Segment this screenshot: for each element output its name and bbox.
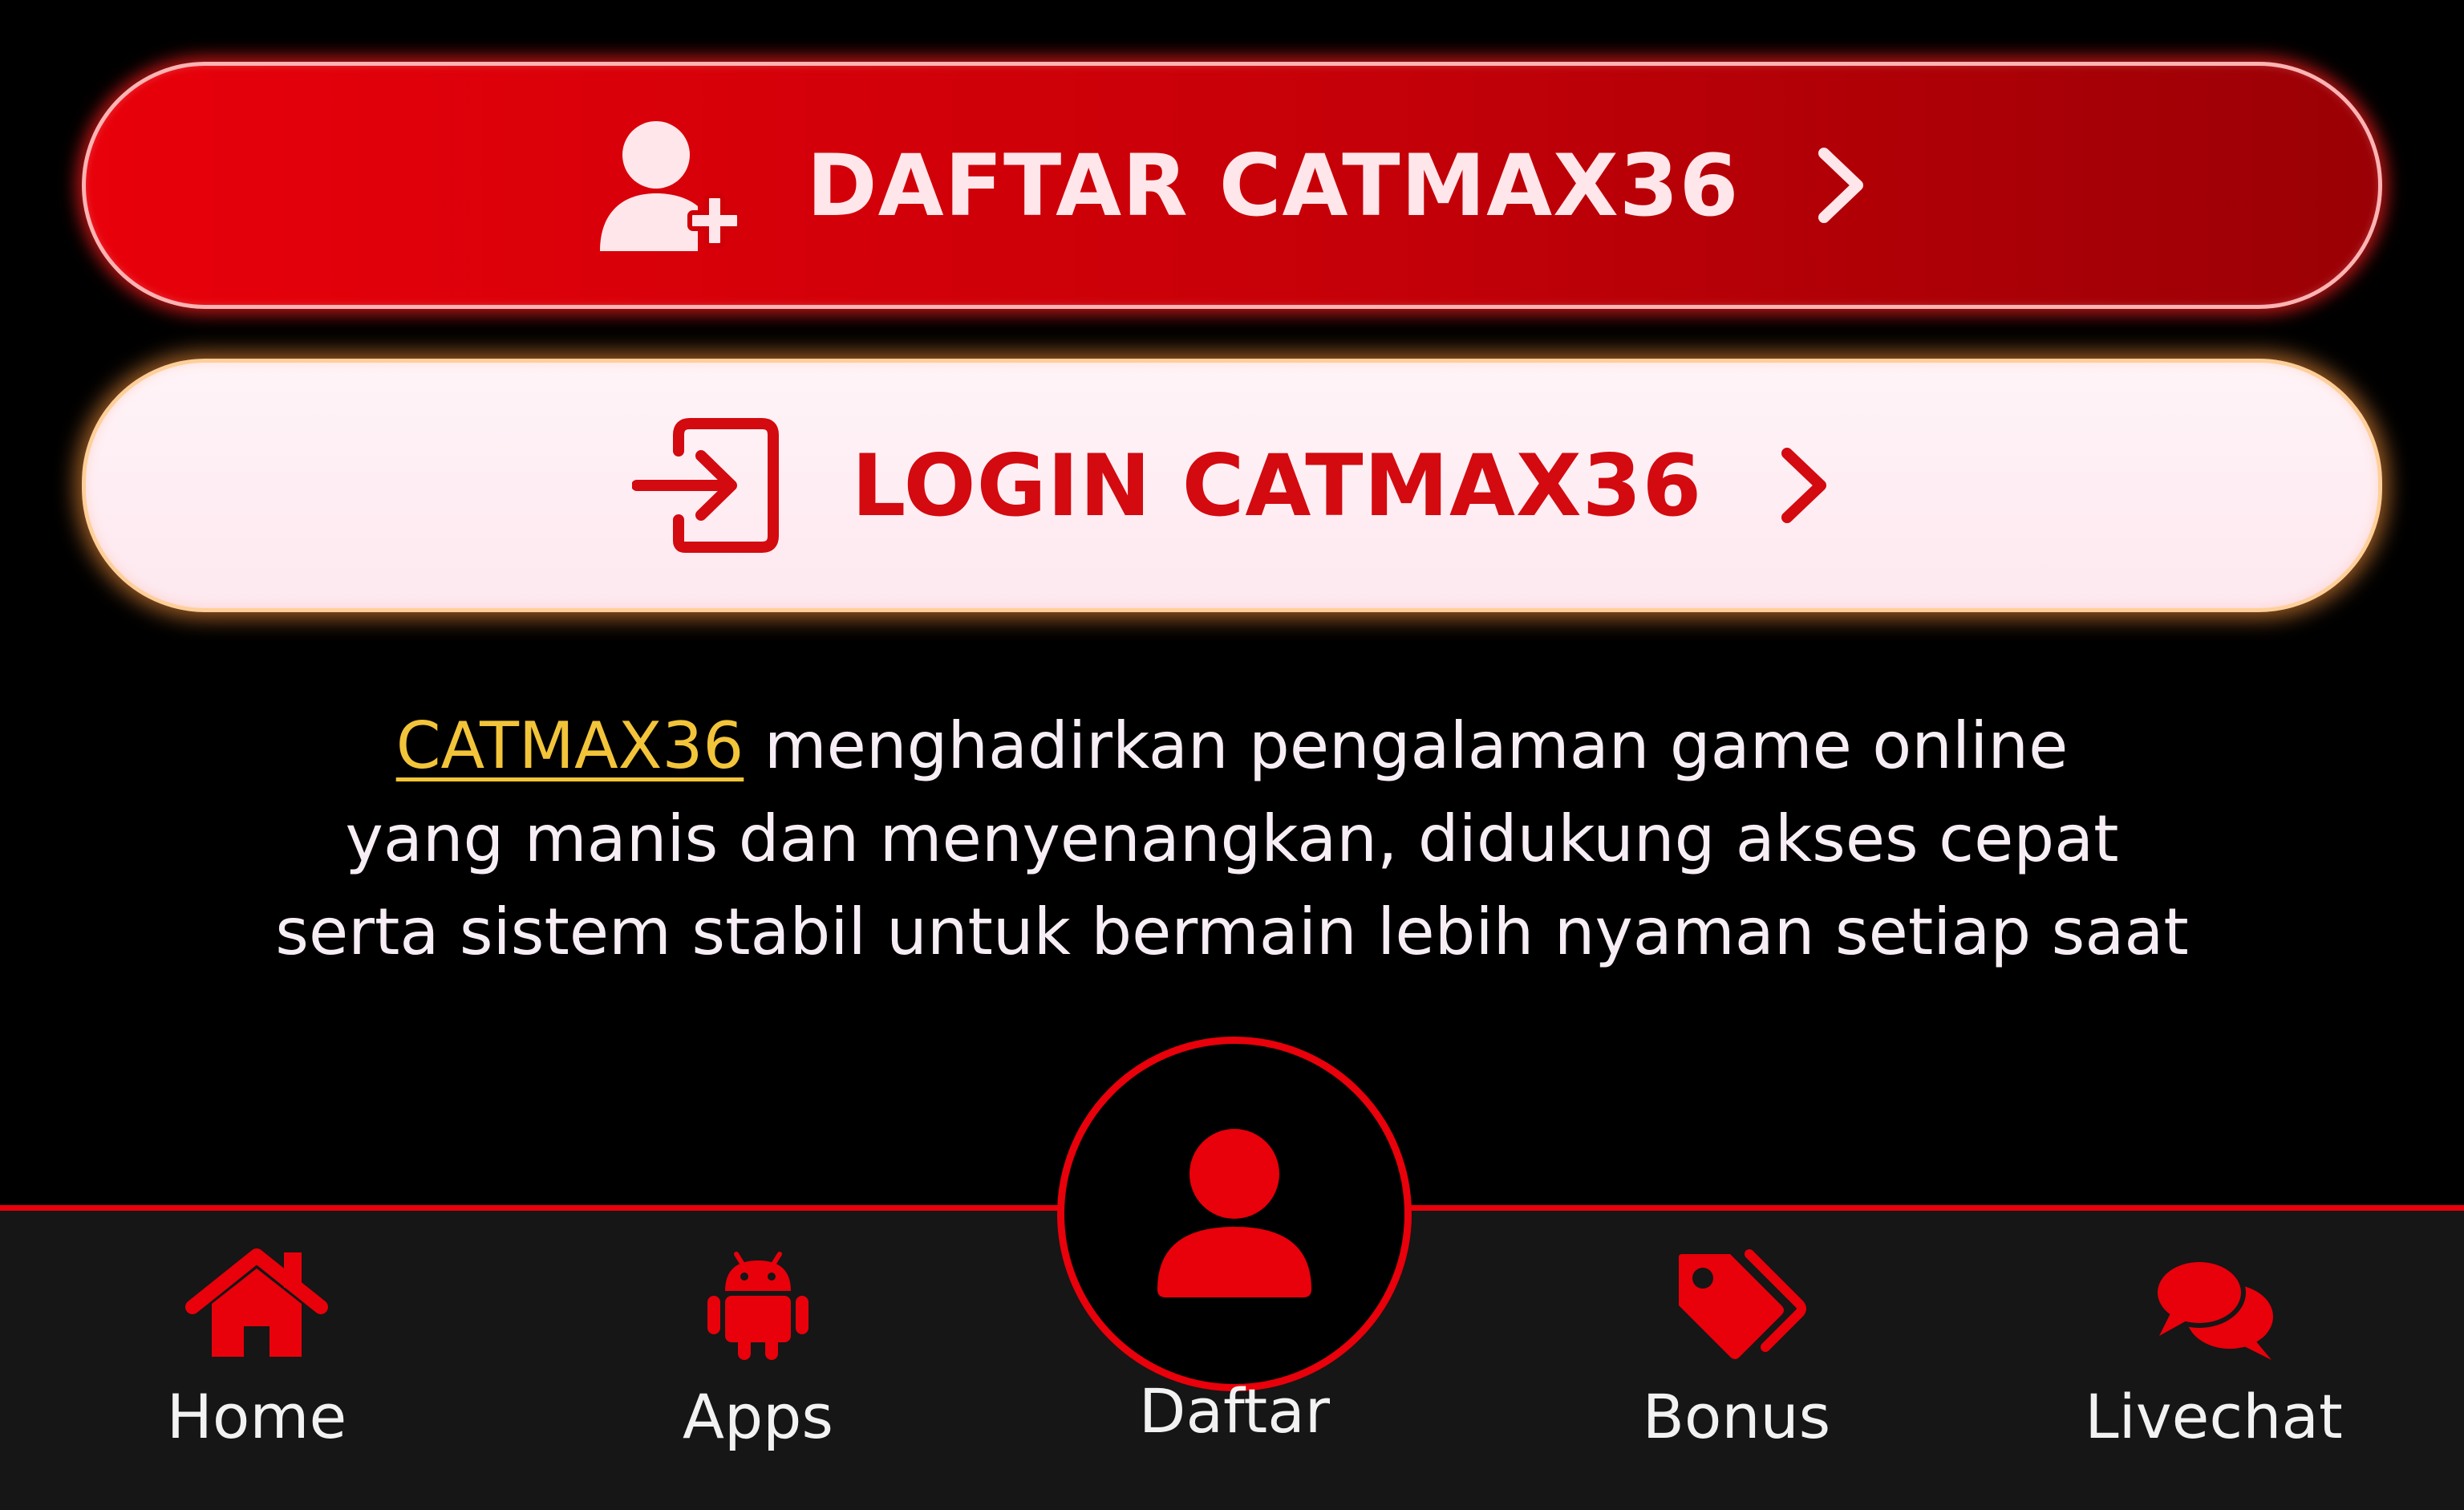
register-button-label: DAFTAR CATMAX36: [806, 136, 1740, 235]
intro-text: CATMAX36 menghadirkan pengalaman game on…: [0, 700, 2464, 979]
intro-line-1-text: menghadirkan pengalaman game online: [744, 708, 2069, 783]
home-icon: [185, 1248, 328, 1357]
login-button[interactable]: LOGIN CATMAX36: [82, 359, 2382, 612]
intro-line-1: CATMAX36 menghadirkan pengalaman game on…: [0, 700, 2464, 793]
chevron-right-icon: [1818, 148, 1864, 223]
brand-link[interactable]: CATMAX36: [396, 708, 744, 783]
register-button-content: DAFTAR CATMAX36: [595, 116, 1870, 254]
nav-item-daftar[interactable]: [1057, 1037, 1412, 1391]
android-icon: [707, 1252, 808, 1360]
app-screen: DAFTAR CATMAX36 LOGIN CATMAX36 CATMAX36 …: [0, 0, 2464, 1510]
login-button-label: LOGIN CATMAX36: [851, 436, 1703, 535]
intro-line-2: yang manis dan menyenangkan, didukung ak…: [345, 802, 2119, 876]
nav-item-home[interactable]: Home: [136, 1211, 377, 1510]
register-button[interactable]: DAFTAR CATMAX36: [82, 62, 2382, 309]
nav-item-apps[interactable]: Apps: [638, 1211, 878, 1510]
chat-bubbles-icon: [2153, 1257, 2273, 1360]
nav-label-home: Home: [166, 1381, 347, 1452]
chevron-right-icon: [1781, 448, 1827, 523]
nav-item-livechat[interactable]: Livechat: [2061, 1211, 2366, 1510]
nav-label-apps: Apps: [682, 1381, 834, 1452]
nav-item-bonus[interactable]: Bonus: [1600, 1211, 1873, 1510]
user-plus-icon: [599, 121, 740, 251]
tags-icon: [1679, 1249, 1806, 1359]
nav-label-bonus: Bonus: [1642, 1381, 1831, 1452]
login-button-content: LOGIN CATMAX36: [631, 416, 1833, 555]
nav-label-daftar: Daftar: [1138, 1375, 1331, 1447]
user-icon: [1157, 1129, 1311, 1297]
nav-label-livechat: Livechat: [2085, 1381, 2343, 1452]
intro-line-3: serta sistem stabil untuk bermain lebih …: [275, 895, 2189, 969]
sign-in-icon: [631, 418, 779, 553]
